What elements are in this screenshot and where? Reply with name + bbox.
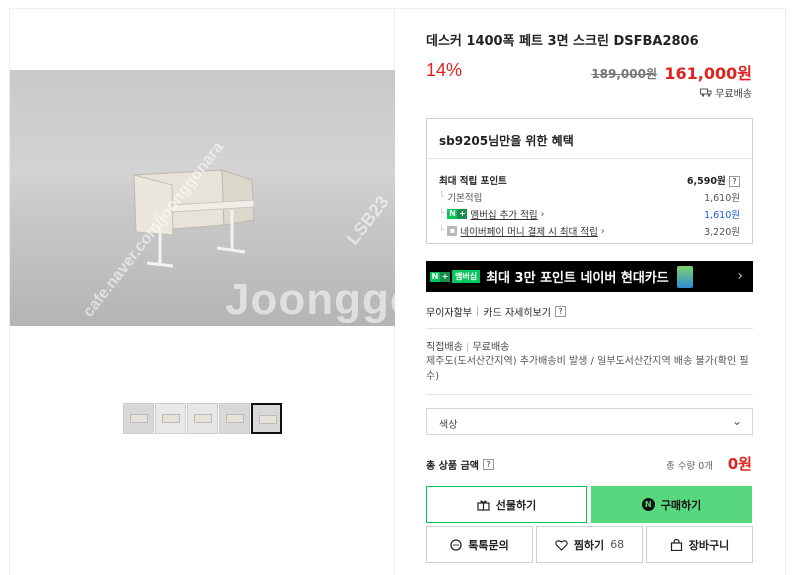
chevron-right-icon: › [540, 208, 545, 220]
buy-button-label: 구매하기 [660, 498, 702, 512]
product-title: 데스커 1400폭 페트 3면 스크린 DSFBA2806 [426, 34, 699, 49]
shipping-badge-label: 무료배송 [715, 89, 752, 100]
chevron-down-icon: ⌄ [731, 414, 742, 428]
zzim-count: 68 [610, 538, 625, 551]
thumbnail-desk [130, 414, 148, 423]
sale-price: 161,000원 [664, 64, 752, 83]
membership-points-row[interactable]: └ N + 멤버십 추가 적립 › 1,610원 [439, 207, 740, 222]
tree-line-icon: └ [439, 192, 445, 202]
shipping-fee: 무료배송 [472, 342, 510, 353]
membership-points-label[interactable]: 멤버십 추가 적립 [470, 207, 537, 221]
divider [426, 394, 753, 395]
help-icon[interactable]: ? [554, 306, 566, 317]
cart-button[interactable]: 장바구니 [646, 526, 753, 563]
help-icon[interactable]: ? [729, 176, 740, 187]
total-amount: 0원 [727, 455, 752, 473]
card-benefits-link[interactable]: 카드 자세히보기 [483, 304, 551, 319]
zzim-button-label: 찜하기 [573, 538, 605, 552]
max-points-row: 최대 적립 포인트 6,590원 ? [439, 173, 740, 187]
chevron-right-icon: › [737, 268, 743, 284]
thumbnail-desk [226, 414, 244, 423]
main-product-image[interactable]: Joonggonara cafe.naver.com/joonggonara L… [10, 70, 395, 326]
watermark-brand: Joonggonara [225, 275, 395, 324]
color-option-placeholder: 색상 [439, 420, 458, 431]
thumbnail-desk [162, 414, 180, 423]
shipping-type: 직접배송 [426, 342, 463, 353]
thumbnail-desk [194, 414, 212, 423]
free-shipping-badge: 무료배송 [700, 85, 752, 100]
thumbnail-3[interactable] [187, 403, 218, 434]
benefit-box: sb9205님만을 위한 혜택 최대 적립 포인트 6,590원 ? └ 기본적립… [426, 118, 753, 244]
naver-plus-icon: N + [430, 271, 450, 282]
tree-line-icon: └ [439, 209, 445, 219]
truck-icon [700, 88, 712, 97]
installment-link[interactable]: 무이자할부 [426, 304, 472, 319]
thumbnail-5[interactable] [251, 403, 282, 434]
max-points-value: 6,590원 [686, 176, 726, 187]
basic-points-value: 1,610원 [704, 193, 740, 204]
benefit-header: sb9205님만을 위한 혜택 [427, 119, 752, 159]
membership-label-group: └ N + 멤버십 추가 적립 › [439, 207, 545, 222]
shipping-info: 직접배송 | 무료배송 [426, 338, 509, 353]
tree-line-icon: └ [439, 226, 445, 236]
total-quantity: 총 수량 0개 [665, 461, 713, 472]
naverpay-icon: ▪ [447, 226, 458, 236]
naverpay-points-row[interactable]: └ ▪ 네이버페이 머니 결제 시 최대 적립 › 3,220원 [439, 224, 740, 239]
original-price: 189,000원 [591, 67, 657, 81]
chat-bubble-icon [450, 538, 462, 551]
naverpay-n-icon: N [641, 498, 655, 511]
hyundai-card-icon [676, 265, 693, 288]
max-points-label: 최대 적립 포인트 [439, 176, 507, 187]
thumbnail-1[interactable] [123, 403, 154, 434]
naver-plus-icon: N + [447, 209, 468, 219]
zzim-button[interactable]: 찜하기 68 [536, 526, 643, 563]
color-option-select[interactable]: 색상 ⌄ [426, 408, 753, 435]
basic-points-label-group: └ 기본적립 [439, 190, 482, 204]
thumbnail-4[interactable] [219, 403, 250, 434]
cart-button-label: 장바구니 [688, 538, 730, 552]
chevron-right-icon: › [600, 225, 605, 237]
separator: | [476, 306, 480, 317]
shipping-note: 제주도(도서산간지역) 추가배송비 발생 / 일부도서산간지역 배송 불가(확인… [426, 356, 749, 382]
gift-icon [477, 499, 490, 511]
gift-button-label: 선물하기 [495, 498, 537, 512]
naverpay-label-group: └ ▪ 네이버페이 머니 결제 시 최대 적립 › [439, 224, 605, 239]
thumbnail-2[interactable] [155, 403, 186, 434]
separator: | [466, 342, 470, 353]
talk-button-label: 톡톡문의 [468, 538, 509, 552]
heart-icon [555, 539, 568, 551]
naverpay-points-label[interactable]: 네이버페이 머니 결제 시 최대 적립 [460, 224, 597, 238]
shopping-bag-icon [670, 538, 682, 551]
payment-links: 무이자할부 | 카드 자세히보기 ? [426, 304, 566, 319]
basic-points-row: └ 기본적립 1,610원 [439, 190, 740, 204]
buy-button[interactable]: N 구매하기 [591, 486, 752, 523]
naverpay-points-value: 3,220원 [704, 227, 740, 238]
basic-points-label: 기본적립 [447, 193, 483, 204]
gift-button[interactable]: 선물하기 [426, 486, 587, 523]
total-label: 총 상품 금액 [426, 461, 479, 472]
card-promo-banner[interactable]: N + 멤버십 최대 3만 포인트 네이버 현대카드 › [426, 261, 753, 292]
membership-tag: 멤버십 [452, 270, 481, 283]
total-label-group: 총 상품 금액 ? [426, 457, 494, 472]
max-points-value-group: 6,590원 ? [687, 173, 740, 187]
banner-text: 최대 3만 포인트 네이버 현대카드 [486, 271, 669, 286]
divider [426, 328, 753, 329]
help-icon[interactable]: ? [482, 459, 494, 470]
thumbnail-desk [259, 415, 277, 424]
talk-inquiry-button[interactable]: 톡톡문의 [426, 526, 533, 563]
membership-points-value: 1,610원 [704, 210, 740, 221]
thumbnail-strip [123, 403, 282, 434]
discount-rate: 14% [426, 60, 463, 80]
